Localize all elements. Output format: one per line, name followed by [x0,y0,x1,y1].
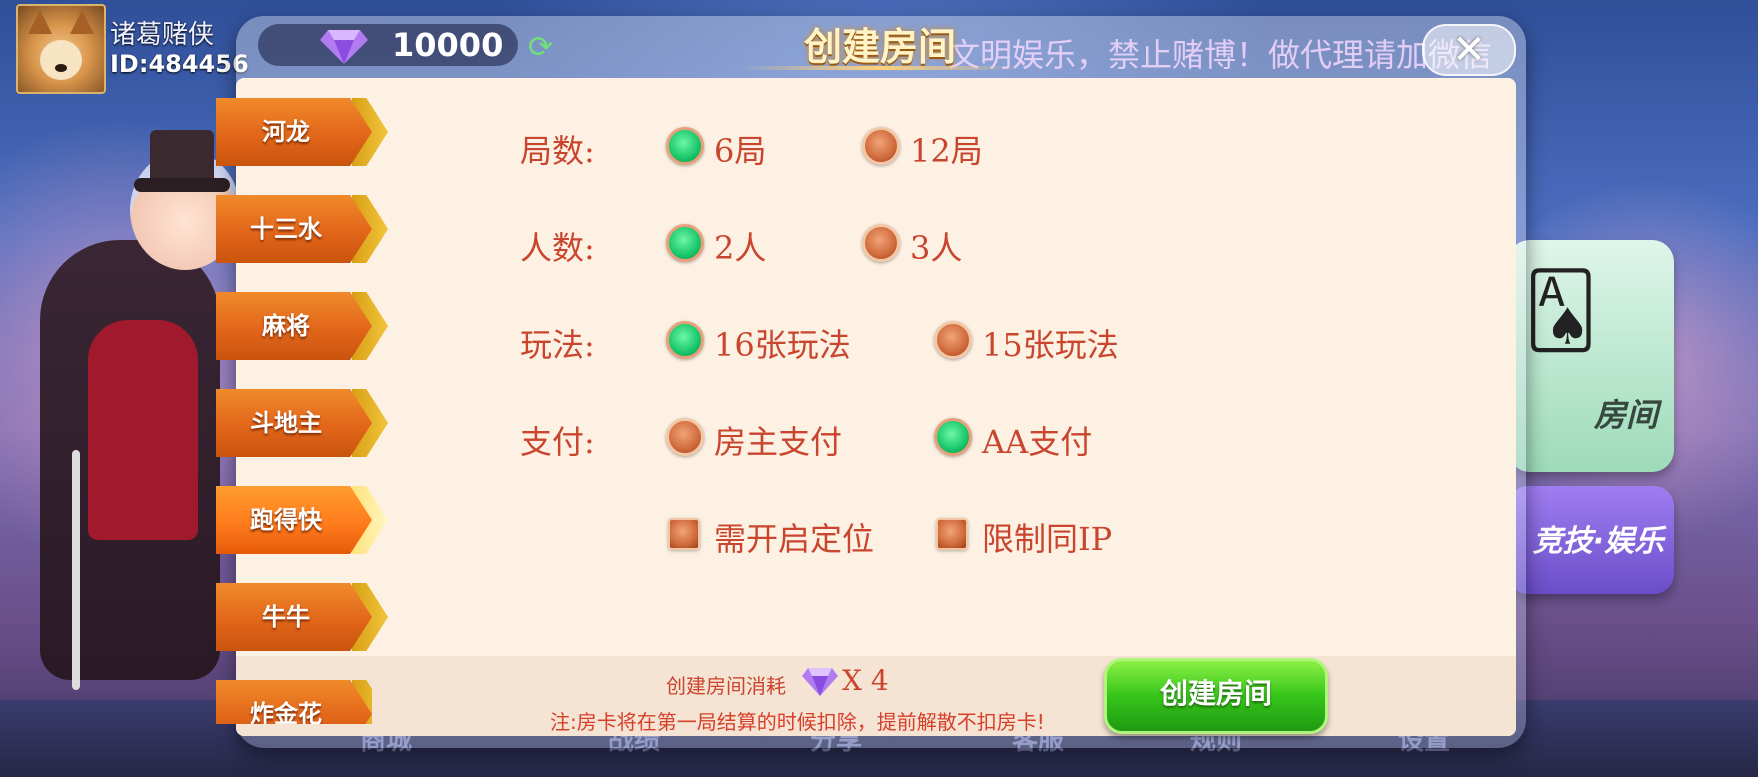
avatar-ear-right [70,10,94,34]
game-card-arena[interactable]: 竞技·娱乐 [1508,486,1674,594]
diamond-icon [320,30,368,64]
tab-label: 麻将 [262,312,310,340]
tab-label: 牛牛 [262,603,310,631]
cost-label: 创建房间消耗 [666,674,786,698]
tab-thirteen-water[interactable]: 十三水 [216,195,388,263]
radio-rule-16-label[interactable]: 16张玩法 [714,320,851,366]
radio-players-3-label[interactable]: 3人 [910,223,962,269]
avatar[interactable] [16,4,106,94]
tab-doudizhu[interactable]: 斗地主 [216,389,388,457]
cost-multiplier: X 4 [842,664,889,697]
tab-helong[interactable]: 河龙 [216,98,388,166]
checkbox-require-location[interactable] [668,518,700,550]
game-card-room-label: 房间 [1593,396,1658,434]
radio-rounds-6-label[interactable]: 6局 [714,126,766,172]
tab-label: 十三水 [250,215,322,243]
game-card-room[interactable]: 🂡 房间 [1508,240,1674,472]
radio-rule-15[interactable] [934,321,972,359]
avatar-face [40,40,82,80]
radio-pay-host[interactable] [666,418,704,456]
tab-label: 跑得快 [250,506,322,534]
radio-players-2-label[interactable]: 2人 [714,223,766,269]
radio-rounds-12-label[interactable]: 12局 [910,126,983,172]
avatar-ear-left [28,10,52,34]
radio-rule-16[interactable] [666,321,704,359]
tab-paodekuai[interactable]: 跑得快 [216,486,388,554]
create-room-button-label: 创建房间 [1159,677,1272,710]
checkbox-limit-same-ip[interactable] [936,518,968,550]
players-label: 人数: [520,229,595,267]
tab-label: 河龙 [262,118,310,146]
checkbox-require-location-label[interactable]: 需开启定位 [714,514,874,560]
rounds-label: 局数: [520,132,595,170]
tab-mahjong[interactable]: 麻将 [216,292,388,360]
options-panel [236,78,1516,736]
tab-zhajinhua[interactable]: 炸金花 [216,680,372,724]
character-coat [88,320,198,540]
rule-label: 玩法: [520,326,595,364]
checkbox-limit-same-ip-label[interactable]: 限制同IP [982,514,1112,560]
character-hat-brim [134,178,230,192]
create-room-button[interactable]: 创建房间 [1104,658,1328,734]
player-id: ID:484456 [110,50,249,78]
player-name: 诸葛赌侠 [110,20,215,50]
tab-label: 斗地主 [250,409,322,437]
radio-players-2[interactable] [666,224,704,262]
avatar-nose [55,64,67,72]
game-card-arena-label: 竞技·娱乐 [1532,524,1664,559]
refresh-icon[interactable]: ⟳ [528,30,553,65]
diamond-count: 10000 [392,26,504,64]
payment-label: 支付: [520,423,595,461]
title-underline [740,66,1020,70]
radio-pay-aa[interactable] [934,418,972,456]
radio-rule-15-label[interactable]: 15张玩法 [982,320,1119,366]
tab-niuniu[interactable]: 牛牛 [216,583,388,651]
notice-text: 注:房卡将在第一局结算的时候扣除，提前解散不扣房卡! [550,710,1045,734]
close-button[interactable]: ✕ [1422,24,1516,76]
radio-players-3[interactable] [862,224,900,262]
radio-rounds-6[interactable] [666,127,704,165]
radio-pay-aa-label[interactable]: AA支付 [982,417,1092,463]
tab-label: 炸金花 [250,700,322,724]
diamond-icon [802,668,838,696]
character-cane [72,450,80,690]
close-icon: ✕ [1452,27,1486,73]
radio-rounds-12[interactable] [862,127,900,165]
dialog-title: 创建房间 [803,25,956,69]
radio-pay-host-label[interactable]: 房主支付 [714,417,842,463]
playing-cards-icon: 🂡 [1524,268,1598,352]
